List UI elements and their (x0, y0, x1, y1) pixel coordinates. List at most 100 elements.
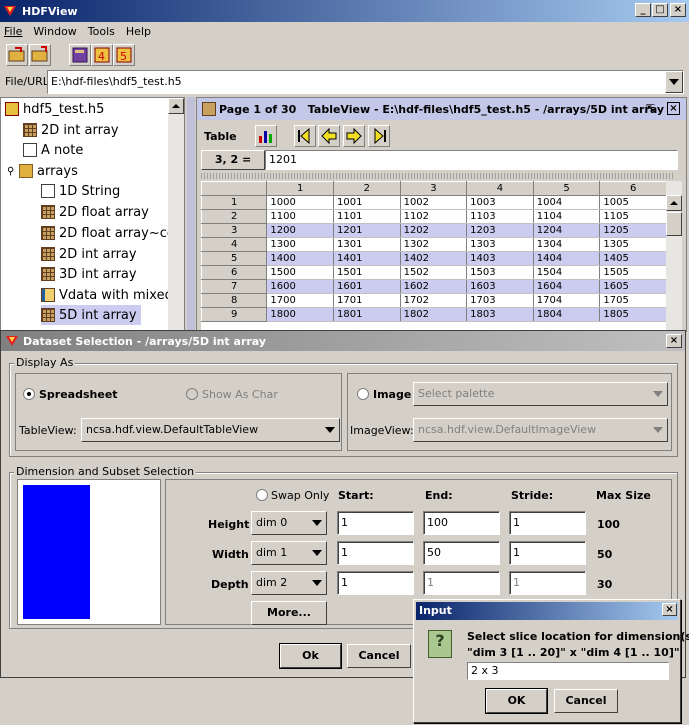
tree-item[interactable]: 2D int array (23, 120, 119, 140)
table-cell[interactable]: 1604 (533, 279, 601, 294)
swap-only-radio[interactable] (256, 489, 268, 501)
height-stride-field[interactable]: 1 (509, 511, 586, 535)
slice-location-input[interactable]: 2 x 3 (467, 662, 669, 680)
scroll-thumb[interactable] (666, 212, 682, 236)
spreadsheet-label[interactable]: Spreadsheet (39, 388, 118, 401)
table-cell[interactable]: 1802 (400, 307, 468, 322)
subset-preview-panel[interactable] (17, 479, 161, 625)
tableview-combo[interactable]: ncsa.hdf.view.DefaultTableView (81, 418, 340, 442)
cancel-button[interactable]: Cancel (347, 644, 411, 668)
column-header[interactable]: 6 (599, 181, 667, 196)
table-cell[interactable]: 1402 (400, 251, 468, 266)
width-stride-field[interactable]: 1 (509, 541, 586, 565)
table-cell[interactable]: 1300 (266, 237, 334, 252)
width-dim-combo[interactable]: dim 1 (251, 541, 327, 565)
menu-help[interactable]: Help (126, 25, 151, 38)
table-cell[interactable]: 1001 (333, 195, 401, 210)
menu-file[interactable]: File (4, 25, 22, 38)
detach-icon[interactable]: ⇱ (646, 102, 660, 116)
first-page-button[interactable] (294, 125, 316, 147)
row-header[interactable]: 2 (201, 209, 268, 224)
table-cell[interactable]: 1304 (533, 237, 601, 252)
input-cancel-button[interactable]: Cancel (554, 689, 618, 713)
depth-stride-field[interactable]: 1 (509, 571, 586, 595)
input-dialog-title-bar[interactable]: Input × (416, 602, 678, 620)
table-cell[interactable]: 1705 (599, 293, 667, 308)
minimize-button[interactable]: _ (635, 3, 651, 17)
width-start-field[interactable]: 1 (337, 541, 414, 565)
tableview-title-bar[interactable]: Page 1 of 30 TableView - E:\hdf-files\hd… (197, 98, 686, 120)
tree-scrollbar[interactable] (168, 98, 184, 331)
tree-item[interactable]: 2D float array~cop (41, 223, 183, 243)
scroll-up-icon[interactable] (666, 195, 682, 211)
column-header[interactable]: 3 (399, 181, 468, 196)
table-cell[interactable]: 1800 (266, 307, 334, 322)
table-cell[interactable]: 1601 (333, 279, 401, 294)
close-file-button[interactable] (29, 44, 51, 66)
table-cell[interactable]: 1501 (333, 265, 401, 280)
scroll-up-icon[interactable] (168, 98, 184, 114)
tree-item-selected[interactable]: 5D int array (41, 305, 141, 325)
hdf5-help-button[interactable]: 5 (113, 44, 135, 66)
table-cell[interactable]: 1603 (466, 279, 534, 294)
table-cell[interactable]: 1503 (466, 265, 534, 280)
table-cell[interactable]: 1002 (400, 195, 468, 210)
menu-window[interactable]: Window (33, 25, 76, 38)
row-header[interactable]: 9 (201, 307, 268, 322)
spreadsheet-radio[interactable] (23, 388, 35, 400)
close-frame-icon[interactable]: × (667, 102, 680, 115)
ok-button[interactable]: Ok (279, 643, 342, 669)
row-header[interactable]: 1 (201, 195, 268, 210)
column-header[interactable]: 1 (266, 181, 334, 196)
maximize-button[interactable]: □ (652, 3, 668, 17)
table-cell[interactable]: 1303 (466, 237, 534, 252)
depth-end-field[interactable]: 1 (423, 571, 500, 595)
table-cell[interactable]: 1502 (400, 265, 468, 280)
swap-only-label[interactable]: Swap Only (271, 489, 329, 502)
dialog-close-button[interactable]: × (666, 334, 682, 348)
divider-grip[interactable] (201, 173, 675, 179)
column-header[interactable]: 2 (332, 181, 401, 196)
image-radio[interactable] (357, 388, 369, 400)
table-cell[interactable]: 1201 (333, 223, 401, 238)
help-book-button[interactable] (69, 44, 91, 66)
table-cell[interactable]: 1605 (599, 279, 667, 294)
file-url-dropdown-button[interactable] (665, 71, 683, 93)
width-end-field[interactable]: 50 (423, 541, 500, 565)
last-page-button[interactable] (368, 125, 390, 147)
table-cell[interactable]: 1602 (400, 279, 468, 294)
table-cell[interactable]: 1104 (533, 209, 601, 224)
column-header[interactable]: 5 (532, 181, 601, 196)
height-end-field[interactable]: 100 (423, 511, 500, 535)
row-header[interactable]: 3 (201, 223, 268, 238)
column-header[interactable]: 4 (466, 181, 534, 196)
table-cell[interactable]: 1600 (266, 279, 334, 294)
table-cell[interactable]: 1000 (266, 195, 334, 210)
table-cell[interactable]: 1003 (466, 195, 534, 210)
next-page-button[interactable] (343, 125, 365, 147)
table-scrollbar[interactable] (666, 181, 682, 331)
table-cell[interactable]: 1701 (333, 293, 401, 308)
table-cell[interactable]: 1105 (599, 209, 667, 224)
table-cell[interactable]: 1202 (400, 223, 468, 238)
tree-item[interactable]: 3D int array (41, 264, 137, 284)
main-title-bar[interactable]: HDFView _ □ × (0, 0, 689, 22)
table-menu[interactable]: Table (204, 130, 237, 143)
table-cell[interactable]: 1004 (533, 195, 601, 210)
table-cell[interactable]: 1305 (599, 237, 667, 252)
input-ok-button[interactable]: OK (485, 688, 548, 714)
row-header[interactable]: 4 (201, 237, 268, 252)
file-url-combo[interactable]: E:\hdf-files\hdf5_test.h5 (47, 70, 684, 94)
table-cell[interactable]: 1102 (400, 209, 468, 224)
menu-tools[interactable]: Tools (88, 25, 115, 38)
row-header[interactable]: 8 (201, 293, 268, 308)
table-cell[interactable]: 1703 (466, 293, 534, 308)
tree-item[interactable]: A note (23, 140, 83, 160)
tree-root[interactable]: hdf5_test.h5 (5, 99, 104, 119)
table-cell[interactable]: 1404 (533, 251, 601, 266)
tree-item[interactable]: Vdata with mixed (41, 285, 173, 305)
table-cell[interactable]: 1204 (533, 223, 601, 238)
cell-value-field[interactable]: 1201 (265, 150, 678, 170)
table-cell[interactable]: 1100 (266, 209, 334, 224)
row-header[interactable]: 6 (201, 265, 268, 280)
